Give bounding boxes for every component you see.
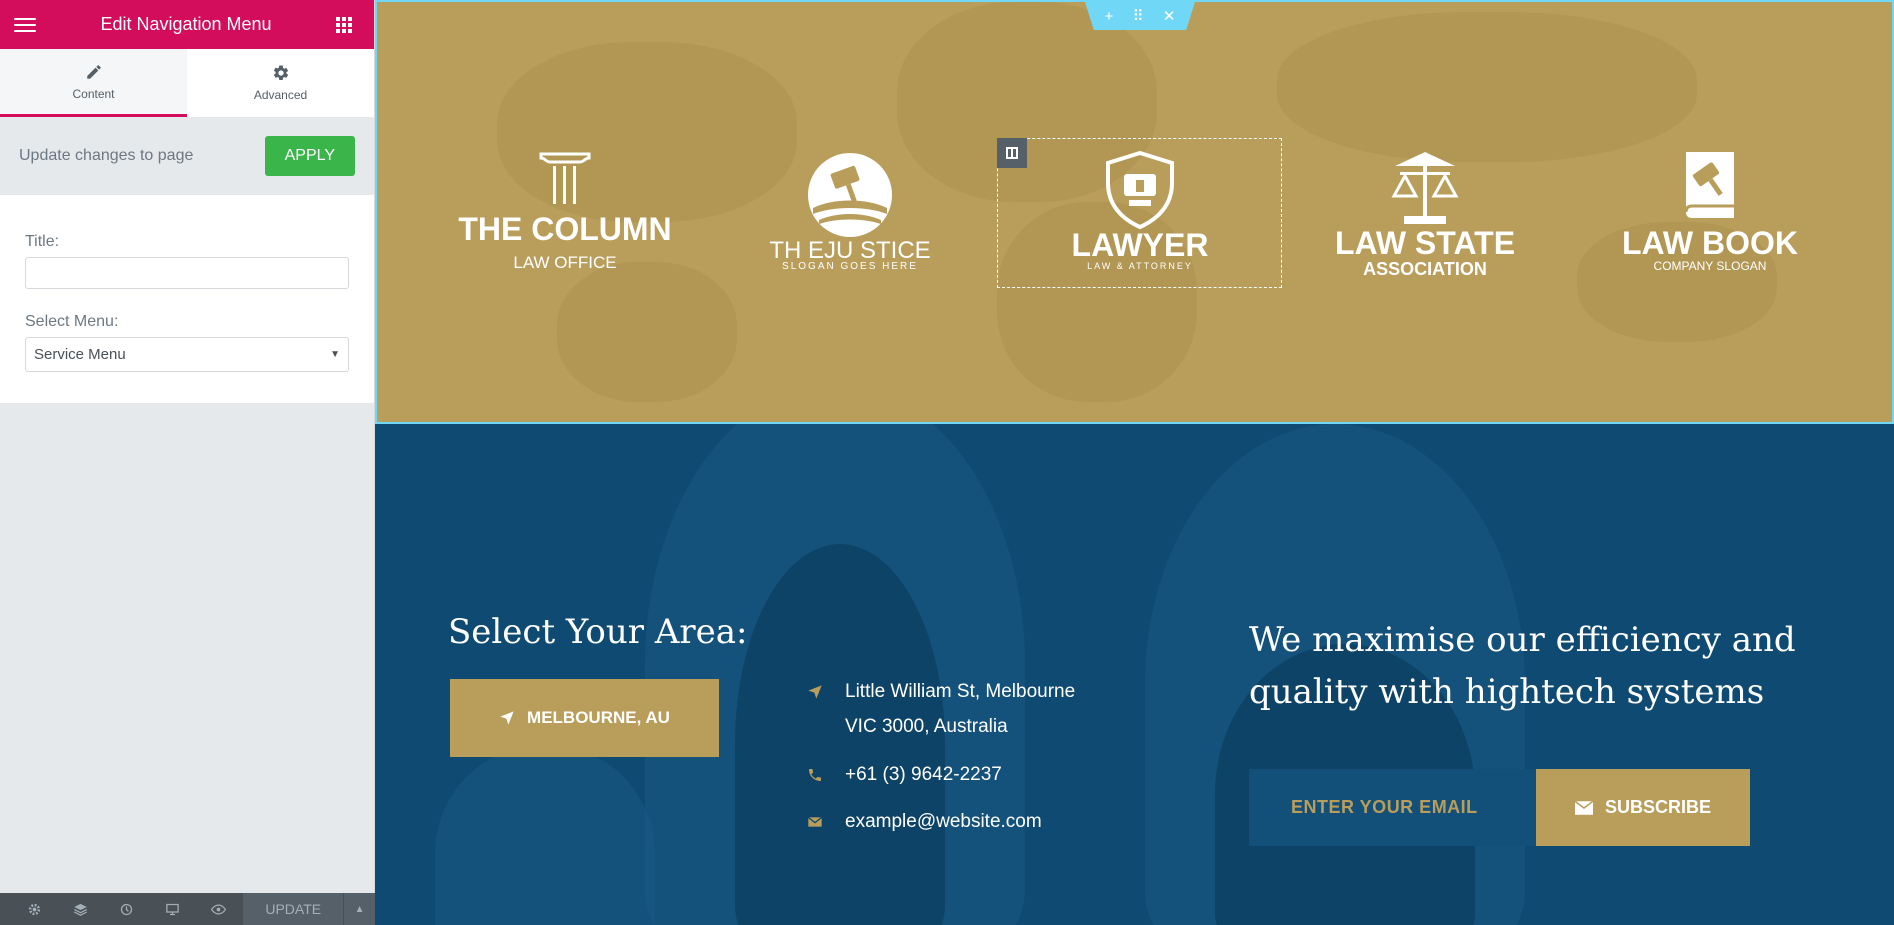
responsive-icon[interactable]	[150, 893, 196, 925]
tab-content-label: Content	[72, 86, 115, 101]
logo-subtitle: COMPANY SLOGAN	[1653, 259, 1767, 273]
logo-subtitle: ASSOCIATION	[1363, 259, 1487, 279]
panel-header: Edit Navigation Menu	[0, 0, 374, 49]
apply-row: Update changes to page APPLY	[0, 117, 374, 195]
layers-icon[interactable]	[58, 893, 104, 925]
logo-subtitle: LAW OFFICE	[513, 253, 617, 272]
apply-button[interactable]: APPLY	[264, 136, 355, 176]
section-handle[interactable]: + ⠿ ✕	[1085, 2, 1195, 30]
logo-the-justice[interactable]: TH EJU STICE SLOGAN GOES HERE	[740, 150, 960, 280]
close-icon[interactable]: ✕	[1163, 7, 1176, 25]
email-address[interactable]: example@website.com	[845, 804, 1042, 839]
widgets-grid-icon[interactable]	[335, 16, 352, 33]
map-shape	[557, 262, 737, 402]
tab-advanced[interactable]: Advanced	[187, 49, 374, 117]
envelope-icon	[807, 816, 823, 827]
logo-the-column[interactable]: THE COLUMN LAW OFFICE	[455, 150, 675, 280]
tab-content[interactable]: Content	[0, 49, 187, 117]
menu-icon[interactable]	[14, 17, 36, 32]
column-icon	[539, 152, 591, 204]
newsletter-email-input[interactable]: ENTER YOUR EMAIL	[1249, 769, 1537, 846]
phone-icon	[809, 768, 821, 781]
envelope-icon	[1574, 800, 1593, 815]
logo-name: THE COLUMN	[458, 211, 672, 247]
panel-footer: UPDATE ▲	[0, 893, 376, 925]
logo-name: TH EJU STICE	[769, 237, 931, 264]
page-preview: + ⠿ ✕ THE COLUMN LAW OFFICE TH EJU STICE…	[375, 0, 1894, 925]
logo-law-state[interactable]: LAW STATE ASSOCIATION	[1315, 150, 1535, 280]
email-placeholder: ENTER YOUR EMAIL	[1291, 797, 1478, 817]
location-button[interactable]: MELBOURNE, AU	[450, 679, 719, 757]
map-shape	[1277, 12, 1697, 162]
address-line-2: VIC 3000, Australia	[845, 716, 1008, 737]
phone-number[interactable]: +61 (3) 9642-2237	[845, 757, 1002, 792]
add-icon[interactable]: +	[1105, 8, 1114, 25]
drag-handle-icon[interactable]: ⠿	[1133, 7, 1144, 25]
tab-advanced-label: Advanced	[253, 88, 308, 102]
settings-icon[interactable]	[12, 893, 58, 925]
address-line-1: Little William St, Melbourne	[845, 681, 1076, 702]
gear-icon	[273, 65, 288, 80]
update-button[interactable]: UPDATE	[243, 893, 344, 925]
menu-select-value: Service Menu	[34, 346, 126, 363]
gavel-circle-icon	[808, 153, 892, 237]
selected-widget-outline	[997, 138, 1282, 288]
column-edit-icon[interactable]	[997, 138, 1027, 168]
subscribe-button[interactable]: SUBSCRIBE	[1536, 769, 1750, 846]
panel-title: Edit Navigation Menu	[100, 14, 272, 34]
scales-icon	[1391, 152, 1459, 224]
menu-label: Select Menu:	[25, 313, 119, 330]
caret-up-icon[interactable]: ▲	[343, 893, 376, 925]
logo-law-book[interactable]: LAW BOOK COMPANY SLOGAN	[1600, 150, 1820, 280]
panel-tabs: Content Advanced	[0, 49, 374, 117]
menu-select[interactable]: Service Menu ▼	[25, 337, 349, 372]
tagline-heading: We maximise our efficiency and quality w…	[1249, 620, 1796, 712]
book-gavel-icon	[1684, 152, 1734, 218]
logo-name: LAW BOOK	[1622, 225, 1798, 261]
location-arrow-icon	[500, 711, 514, 725]
apply-description: Update changes to page	[19, 147, 194, 164]
subscribe-label: SUBSCRIBE	[1604, 797, 1711, 817]
logos-section[interactable]: + ⠿ ✕ THE COLUMN LAW OFFICE TH EJU STICE…	[375, 0, 1894, 424]
location-label: MELBOURNE, AU	[527, 708, 670, 727]
phone-row: +61 (3) 9642-2237	[805, 757, 1002, 792]
contact-section: Select Your Area: MELBOURNE, AU Little W…	[375, 424, 1894, 925]
widget-fields: Title: Select Menu: Service Menu ▼	[0, 195, 374, 403]
title-label: Title:	[25, 233, 60, 250]
logo-name: LAW STATE	[1334, 225, 1516, 261]
area-heading: Select Your Area:	[448, 612, 748, 652]
title-input[interactable]	[25, 257, 349, 289]
history-icon[interactable]	[104, 893, 150, 925]
location-arrow-icon	[808, 684, 822, 699]
preview-icon[interactable]	[196, 893, 242, 925]
address-row: Little William St, Melbourne VIC 3000, A…	[805, 674, 1075, 744]
pencil-icon	[86, 64, 101, 79]
caret-down-icon: ▼	[330, 349, 340, 360]
email-row: example@website.com	[805, 804, 1042, 839]
editor-panel: Edit Navigation Menu Content Advanced Up…	[0, 0, 376, 925]
photo-person	[435, 744, 655, 925]
